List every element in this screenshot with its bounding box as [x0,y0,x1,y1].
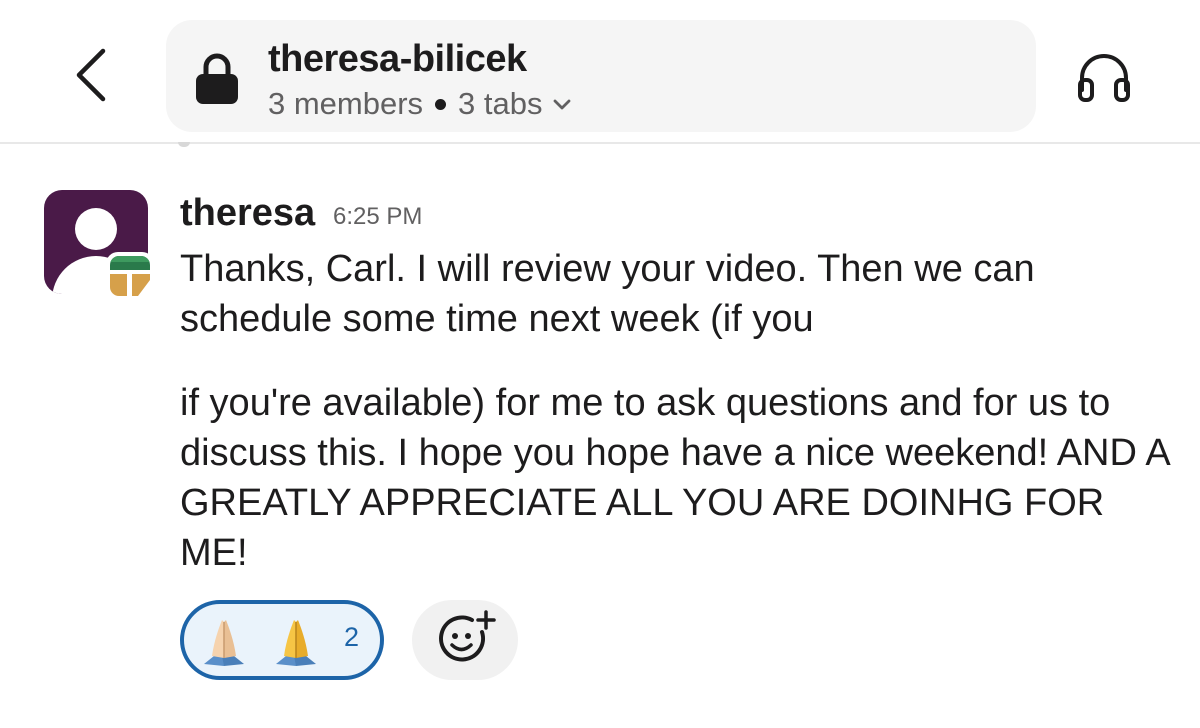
add-reaction-button[interactable] [412,600,518,680]
channel-header[interactable]: theresa-bilicek 3 members 3 tabs [166,20,1036,132]
reaction-pray[interactable]: 2 [180,600,384,680]
app-root: theresa-bilicek 3 members 3 tabs theresa… [0,0,1200,728]
channel-name: theresa-bilicek [268,38,527,80]
workspace-badge [106,252,154,300]
separator-dot [435,98,447,110]
channel-meta[interactable]: 3 members 3 tabs [268,86,573,122]
scroll-indicator [178,142,190,147]
member-count: 3 members [268,86,424,121]
avatar-head [75,208,117,250]
message-text: if you're available) for me to ask quest… [180,382,1169,574]
pray-emoji-icon [204,620,244,666]
message-author[interactable]: theresa [180,192,315,235]
message-text: Thanks, Carl. I will review your video. … [180,248,1035,340]
headphones-icon[interactable] [1074,50,1134,104]
pray-emoji-icon [276,620,316,666]
add-reaction-icon [439,610,496,662]
workspace-logo-icon [110,256,150,296]
message-timestamp: 6:25 PM [333,203,423,230]
chevron-down-icon [553,99,570,110]
reaction-count: 2 [344,622,360,652]
back-button[interactable] [56,40,126,110]
tab-count: 3 tabs [458,86,543,121]
lock-icon [196,53,238,104]
chevron-left-icon [76,48,106,102]
